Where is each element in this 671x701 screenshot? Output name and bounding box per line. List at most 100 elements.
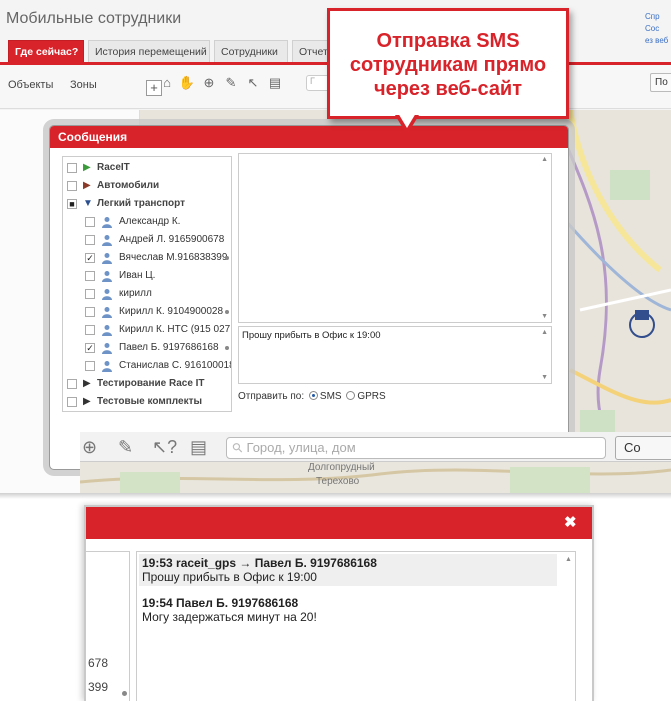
address-search-input[interactable]: ⚲Город, улица, дом — [226, 437, 606, 459]
promo-callout: Отправка SMS сотрудникам прямо через веб… — [327, 8, 569, 119]
person-icon — [102, 361, 112, 372]
list-fragment-text: 678 — [88, 656, 109, 670]
tree-person[interactable]: Александр К. — [63, 213, 231, 231]
tree-person[interactable]: кирилл — [63, 285, 231, 303]
chat-log[interactable]: ▲ 19:53 raceit_gps → Павел Б. 9197686168… — [136, 551, 576, 701]
search-icon: ⚲ — [228, 438, 247, 457]
map-zoom-in-button[interactable]: + — [146, 80, 162, 96]
sms-label: SMS — [319, 391, 342, 402]
tree-label: Легкий транспорт — [97, 198, 186, 209]
messages-dialog: Сообщения ▶ RaceIT ▶ Автомобили ■ ▼ Легк… — [49, 125, 569, 470]
callout-text: Отправка SMS сотрудникам прямо через веб… — [349, 30, 547, 100]
tree-person[interactable]: Станислав С. 916100018 — [63, 357, 231, 375]
chat-message-header: 19:53 raceit_gps → Павел Б. 9197686168 — [142, 556, 377, 570]
help-link[interactable]: Спр — [645, 12, 660, 21]
web-link[interactable]: ез веб — [645, 36, 668, 45]
zoomed-map-strip: ⊕ ✎ ↖? ▤ ⚲Город, улица, дом Со Долгопруд… — [80, 432, 671, 494]
message-history[interactable]: ▲ ▼ — [238, 153, 552, 323]
cursor-help-icon[interactable]: ↖? — [152, 437, 177, 458]
checkbox[interactable] — [85, 289, 95, 299]
pencil-icon[interactable]: ✎ — [222, 74, 240, 92]
tree-label: Тестирование Race IT — [97, 378, 205, 389]
tree-group-testing[interactable]: ▶ Тестирование Race IT — [63, 375, 231, 393]
tree-person[interactable]: Кирилл К. 9104900028 — [63, 303, 231, 321]
scroll-up-icon[interactable]: ▲ — [541, 156, 548, 163]
dialog-title: Сообщения — [58, 130, 128, 144]
tree-label: Кирилл К. HTC (915 027 — [119, 324, 231, 335]
play-dark-icon[interactable]: ▶ — [83, 375, 91, 393]
tree-person[interactable]: Иван Ц. — [63, 267, 231, 285]
tab-movement-history[interactable]: История перемещений — [88, 40, 210, 62]
zones-tab[interactable]: Зоны — [70, 79, 97, 91]
map-label-town: Долгопрудный — [308, 462, 375, 473]
right-button[interactable]: По — [650, 73, 671, 92]
checkbox-partial[interactable]: ■ — [67, 199, 77, 209]
checkbox[interactable] — [85, 235, 95, 245]
zoomed-map-bg — [80, 462, 671, 494]
status-link[interactable]: Сос — [645, 24, 659, 33]
app-title: Мобильные сотрудники — [6, 10, 182, 27]
tree-person[interactable]: Андрей Л. 9165900678 — [63, 231, 231, 249]
checkbox[interactable] — [67, 379, 77, 389]
tab-where-now[interactable]: Где сейчас? — [8, 40, 84, 62]
toolbar-button[interactable]: Со — [615, 436, 671, 460]
tree-person[interactable]: Кирилл К. HTC (915 027 — [63, 321, 231, 339]
message-input[interactable]: Прошу прибыть в Офис к 19:00 ▲ ▼ — [238, 326, 552, 384]
play-green-icon[interactable]: ▶ — [83, 159, 91, 177]
checkbox-checked[interactable]: ✓ — [85, 253, 95, 263]
callout-tail-inner — [398, 113, 416, 128]
tree-label: кирилл — [119, 288, 152, 299]
checkbox[interactable] — [85, 307, 95, 317]
checkbox-checked[interactable]: ✓ — [85, 343, 95, 353]
checkbox[interactable] — [67, 181, 77, 191]
zoomed-chat-panel: ✖ 678 399 ▲ 19:53 raceit_gps → Павел Б. … — [84, 505, 594, 701]
objects-tab[interactable]: Объекты — [8, 79, 53, 91]
checkbox[interactable] — [67, 397, 77, 407]
checkbox[interactable] — [85, 271, 95, 281]
chat-header: ✖ — [86, 507, 592, 539]
checkbox[interactable] — [85, 361, 95, 371]
close-icon[interactable]: ✖ — [564, 513, 577, 531]
chat-message-header: 19:54 Павел Б. 9197686168 — [142, 596, 299, 610]
tree-group-light-transport[interactable]: ■ ▼ Легкий транспорт — [63, 195, 231, 213]
checkbox[interactable] — [67, 163, 77, 173]
person-icon — [102, 271, 112, 282]
gprs-label: GPRS — [357, 391, 386, 402]
tree-label: Андрей Л. 9165900678 — [119, 234, 225, 245]
tree-label: Вячеслав М.916838399 — [119, 252, 228, 263]
sms-radio[interactable] — [308, 391, 318, 400]
hand-icon[interactable]: ✋ — [178, 74, 196, 92]
print-icon[interactable]: ▤ — [266, 74, 284, 92]
tree-label: Станислав С. 916100018 — [119, 360, 232, 371]
tree-group-raceit[interactable]: ▶ RaceIT — [63, 159, 231, 177]
triangle-down-icon[interactable]: ▼ — [83, 195, 93, 213]
tree-label: Павел Б. 9197686168 — [119, 342, 219, 353]
list-fragment-text: 399 — [88, 680, 109, 694]
online-dot-icon — [225, 256, 229, 260]
tab-employees[interactable]: Сотрудники — [214, 40, 288, 62]
scroll-up-icon[interactable]: ▲ — [565, 556, 572, 563]
tree-person[interactable]: ✓ Вячеслав М.916838399 — [63, 249, 231, 267]
chat-message: 19:53 raceit_gps → Павел Б. 9197686168 П… — [139, 554, 557, 586]
tree-group-test-kits[interactable]: ▶ Тестовые комплекты — [63, 393, 231, 411]
cursor-help-icon[interactable]: ↖ — [244, 74, 262, 92]
send-by-label: Отправить по: — [238, 391, 305, 402]
print-icon[interactable]: ▤ — [190, 437, 207, 458]
play-brown-icon[interactable]: ▶ — [83, 177, 91, 195]
person-icon — [102, 235, 112, 246]
employee-list-fragment: 678 399 — [86, 551, 130, 701]
zoom-icon[interactable]: ⊕ — [200, 74, 218, 92]
gprs-radio[interactable] — [346, 391, 356, 400]
pencil-icon[interactable]: ✎ — [118, 437, 133, 458]
scroll-down-icon[interactable]: ▼ — [541, 313, 548, 320]
zoom-icon[interactable]: ⊕ — [82, 437, 97, 458]
map-label-town: Терехово — [316, 476, 360, 487]
checkbox[interactable] — [85, 217, 95, 227]
scroll-down-icon[interactable]: ▼ — [541, 374, 548, 381]
tree-person[interactable]: ✓ Павел Б. 9197686168 — [63, 339, 231, 357]
checkbox[interactable] — [85, 325, 95, 335]
play-dark-icon[interactable]: ▶ — [83, 393, 91, 411]
scroll-up-icon[interactable]: ▲ — [541, 329, 548, 336]
address-search-placeholder: Город, улица, дом — [246, 440, 356, 455]
tree-group-cars[interactable]: ▶ Автомобили — [63, 177, 231, 195]
